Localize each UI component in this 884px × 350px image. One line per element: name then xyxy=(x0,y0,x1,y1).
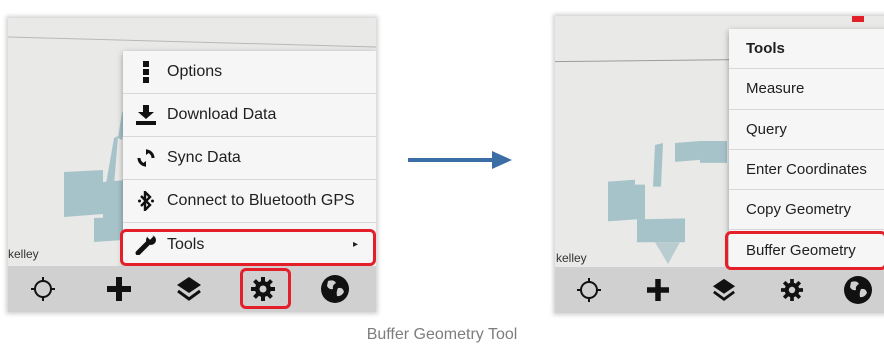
add-icon[interactable] xyxy=(102,272,136,306)
gps-crosshair-icon[interactable] xyxy=(26,272,60,306)
menu-item-label: Enter Coordinates xyxy=(746,161,867,179)
menu-item-enter-coordinates[interactable]: Enter Coordinates xyxy=(729,150,884,191)
add-icon[interactable] xyxy=(641,273,675,307)
sync-icon xyxy=(131,149,161,167)
menu-item-label: Sync Data xyxy=(167,149,241,166)
menu-item-label: Connect to Bluetooth GPS xyxy=(167,192,355,209)
map-place-label: kelley xyxy=(556,251,587,265)
settings-button-highlight xyxy=(240,268,291,309)
layers-icon[interactable] xyxy=(172,272,206,306)
menu-item-label: Options xyxy=(167,63,223,80)
bottom-toolbar xyxy=(8,266,376,312)
menu-item-label: Query xyxy=(746,120,787,138)
submenu-title-label: Tools xyxy=(746,40,785,58)
menu-item-query[interactable]: Query xyxy=(729,110,884,150)
menu-item-label: Copy Geometry xyxy=(746,201,852,219)
buffer-geometry-highlight xyxy=(725,231,884,270)
bluetooth-icon xyxy=(131,191,161,211)
globe-icon[interactable] xyxy=(318,272,352,306)
tools-menu-highlight xyxy=(120,229,376,266)
menu-item-sync-data[interactable]: Sync Data xyxy=(123,137,376,180)
left-screenshot: kelley Options Download Data Sync Data C… xyxy=(8,18,376,312)
globe-icon[interactable] xyxy=(841,273,875,307)
menu-item-download-data[interactable]: Download Data xyxy=(123,94,376,137)
transition-arrow xyxy=(408,151,512,169)
submenu-title-tools: Tools xyxy=(729,29,884,70)
status-indicator xyxy=(852,16,864,22)
menu-item-measure[interactable]: Measure xyxy=(729,69,884,110)
menu-item-copy-geometry[interactable]: Copy Geometry xyxy=(729,190,884,231)
figure-caption: Buffer Geometry Tool xyxy=(366,326,518,343)
menu-item-label: Measure xyxy=(746,80,805,98)
gps-crosshair-icon[interactable] xyxy=(572,273,606,307)
bottom-toolbar xyxy=(555,267,884,313)
menu-item-options[interactable]: Options xyxy=(123,51,376,94)
map-place-label: kelley xyxy=(8,247,39,261)
settings-gear-icon[interactable] xyxy=(775,273,809,307)
layers-icon[interactable] xyxy=(707,273,741,307)
more-vert-icon xyxy=(131,61,161,83)
menu-item-connect-bluetooth-gps[interactable]: Connect to Bluetooth GPS xyxy=(123,180,376,223)
download-icon xyxy=(131,105,161,125)
menu-item-label: Download Data xyxy=(167,106,277,123)
